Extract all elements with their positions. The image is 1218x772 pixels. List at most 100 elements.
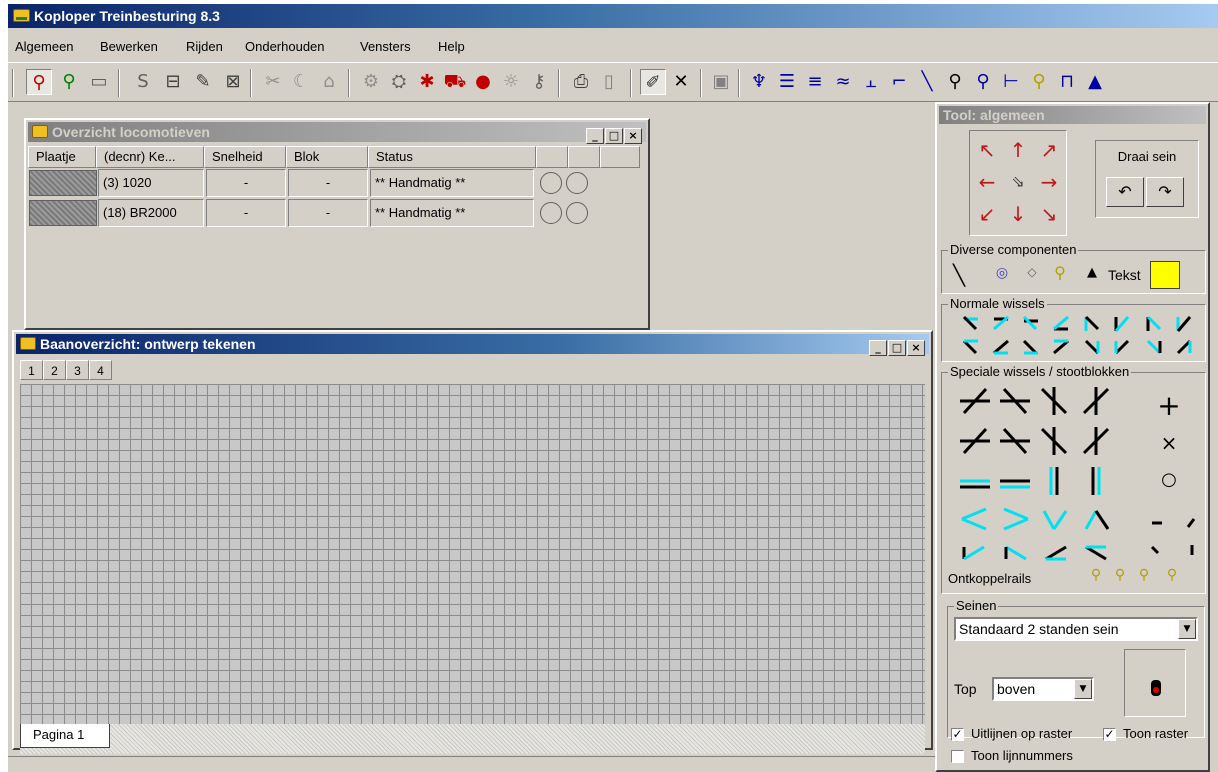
x-box-icon[interactable]: ⊠ — [220, 69, 246, 95]
chevron-down-icon[interactable]: ▼ — [1178, 619, 1196, 639]
track-grid-canvas[interactable] — [20, 384, 925, 724]
turntable-circle-icon[interactable]: ○ — [1156, 469, 1182, 490]
function-indicator[interactable] — [540, 202, 562, 224]
page-tab-3[interactable]: 3 — [66, 360, 89, 380]
arrow-e-icon[interactable]: → — [1038, 171, 1060, 193]
pin-icon[interactable]: ⚲ — [970, 69, 996, 95]
sun-icon[interactable]: ☼ — [498, 69, 524, 95]
key-pin-icon[interactable]: ⚲ — [1026, 69, 1052, 95]
page-tab-4[interactable]: 4 — [89, 360, 112, 380]
page-tab-1[interactable]: 1 — [20, 360, 43, 380]
page-tab-2[interactable]: 2 — [43, 360, 66, 380]
save-icon[interactable]: ▣ — [708, 69, 734, 95]
pointer-icon[interactable]: ⇘ — [1007, 171, 1029, 193]
delete-icon[interactable]: ✕ — [668, 69, 694, 95]
minimize-button[interactable]: _ — [586, 128, 604, 144]
minimize-button[interactable]: _ — [869, 340, 887, 356]
triangle-tool-icon[interactable]: ▲ — [1082, 265, 1102, 280]
tree-icon[interactable]: ♆ — [746, 69, 772, 95]
plug-icon[interactable]: ⛭ — [386, 69, 412, 95]
function-indicator[interactable] — [540, 172, 562, 194]
top-position-select[interactable]: boven ▼ — [992, 677, 1094, 701]
pencil-icon[interactable]: ✐ — [640, 69, 666, 95]
arrow-nw-icon[interactable]: ↖ — [976, 139, 998, 161]
signal-red-icon[interactable]: ⚲ — [26, 69, 52, 95]
signal-icon[interactable]: ⚲ — [942, 69, 968, 95]
key-icon[interactable]: ⚷ — [526, 69, 552, 95]
close-button[interactable]: × — [907, 340, 925, 356]
column-header-extra[interactable] — [536, 146, 568, 168]
text-color-swatch[interactable] — [1150, 261, 1180, 289]
corner-icon[interactable]: ⌐ — [886, 69, 912, 95]
column-header-plaatje[interactable]: Plaatje — [28, 146, 96, 168]
column-header-extra[interactable] — [568, 146, 600, 168]
triangle-icon[interactable]: ▲ — [1082, 69, 1108, 95]
red-dot-icon[interactable]: ● — [470, 69, 496, 95]
line-tool-icon[interactable]: ╲ — [948, 263, 970, 287]
menu-onderhouden[interactable]: Onderhouden — [245, 39, 325, 54]
column-header-extra[interactable] — [600, 146, 640, 168]
uncoupler-pin-icon[interactable]: ⚲ — [1136, 567, 1152, 583]
printer-icon[interactable]: ⎙ — [568, 69, 594, 95]
signal-green-icon[interactable]: ⚲ — [56, 69, 82, 95]
uncoupler-pin-icon[interactable]: ⚲ — [1164, 567, 1180, 583]
slash-icon[interactable]: ╲ — [914, 69, 940, 95]
line-numbers-checkbox[interactable] — [951, 750, 964, 763]
locomotive-icon[interactable]: ⛟ — [442, 69, 468, 95]
arrow-n-icon[interactable]: ↑ — [1007, 139, 1029, 161]
buffer-stop-palette[interactable] — [1142, 509, 1202, 559]
menu-help[interactable]: Help — [438, 39, 465, 54]
lines-icon[interactable]: ☰ — [774, 69, 800, 95]
maximize-button[interactable]: □ — [888, 340, 906, 356]
uncoupler-pin-icon[interactable]: ⚲ — [1112, 567, 1128, 583]
arrow-sw-icon[interactable]: ↙ — [976, 203, 998, 225]
branch-icon[interactable]: ⊢ — [998, 69, 1024, 95]
house-icon[interactable]: ⌂ — [316, 69, 342, 95]
menu-algemeen[interactable]: Algemeen — [15, 39, 74, 54]
switch-icon[interactable]: ⫠ — [858, 69, 884, 95]
block-end-icon[interactable]: ⊓ — [1054, 69, 1080, 95]
signal-type-select[interactable]: Standaard 2 standen sein ▼ — [954, 617, 1198, 641]
rotate-right-button[interactable]: ↷ — [1146, 177, 1184, 207]
gear-icon[interactable]: ⚙ — [358, 69, 384, 95]
edit-icon[interactable]: ✎ — [190, 69, 216, 95]
lines2-icon[interactable]: ≡ — [802, 69, 828, 95]
text-tool-label[interactable]: Tekst — [1108, 267, 1141, 283]
close-button[interactable]: × — [624, 128, 642, 144]
asterisk-icon[interactable]: ✱ — [414, 69, 440, 95]
function-indicator[interactable] — [566, 172, 588, 194]
page-icon[interactable]: ▯ — [596, 69, 622, 95]
show-grid-checkbox[interactable]: ✓ — [1103, 728, 1116, 741]
rotate-left-button[interactable]: ↶ — [1106, 177, 1144, 207]
menu-rijden[interactable]: Rijden — [186, 39, 223, 54]
align-grid-checkbox[interactable]: ✓ — [951, 728, 964, 741]
maximize-button[interactable]: □ — [605, 128, 623, 144]
menu-vensters[interactable]: Vensters — [360, 39, 411, 54]
column-header-block[interactable]: Blok — [286, 146, 368, 168]
scissors-icon[interactable]: ✂ — [260, 69, 286, 95]
s-route-icon[interactable]: S — [130, 69, 156, 95]
arrow-se-icon[interactable]: ↘ — [1038, 203, 1060, 225]
arrow-w-icon[interactable]: ← — [976, 171, 998, 193]
column-header-speed[interactable]: Snelheid — [204, 146, 286, 168]
ring-tool-icon[interactable]: ◎ — [992, 265, 1012, 281]
function-indicator[interactable] — [566, 202, 588, 224]
diamond-tool-icon[interactable]: ◇ — [1022, 265, 1042, 279]
track-icon[interactable]: ≈ — [830, 69, 856, 95]
column-header-name[interactable]: (decnr) Ke... — [96, 146, 204, 168]
menu-bewerken[interactable]: Bewerken — [100, 39, 158, 54]
chevron-down-icon[interactable]: ▼ — [1074, 679, 1092, 699]
arrow-s-icon[interactable]: ↓ — [1007, 203, 1029, 225]
uncoupler-pin-icon[interactable]: ⚲ — [1088, 567, 1104, 583]
arrow-ne-icon[interactable]: ↗ — [1038, 139, 1060, 161]
crossing-plus-icon[interactable]: + — [1154, 389, 1184, 422]
moon-icon[interactable]: ☾ — [288, 69, 314, 95]
crossing-x-icon[interactable]: × — [1156, 431, 1182, 455]
block-icon[interactable]: ⊟ — [160, 69, 186, 95]
pin-tool-icon[interactable]: ⚲ — [1050, 263, 1070, 282]
column-header-status[interactable]: Status — [368, 146, 536, 168]
sheet-tab-pagina-1[interactable]: Pagina 1 — [20, 724, 110, 748]
normal-switch-palette[interactable] — [956, 313, 1196, 359]
speedometer-icon[interactable]: ▭ — [86, 69, 112, 95]
special-switch-palette[interactable] — [956, 383, 1126, 563]
